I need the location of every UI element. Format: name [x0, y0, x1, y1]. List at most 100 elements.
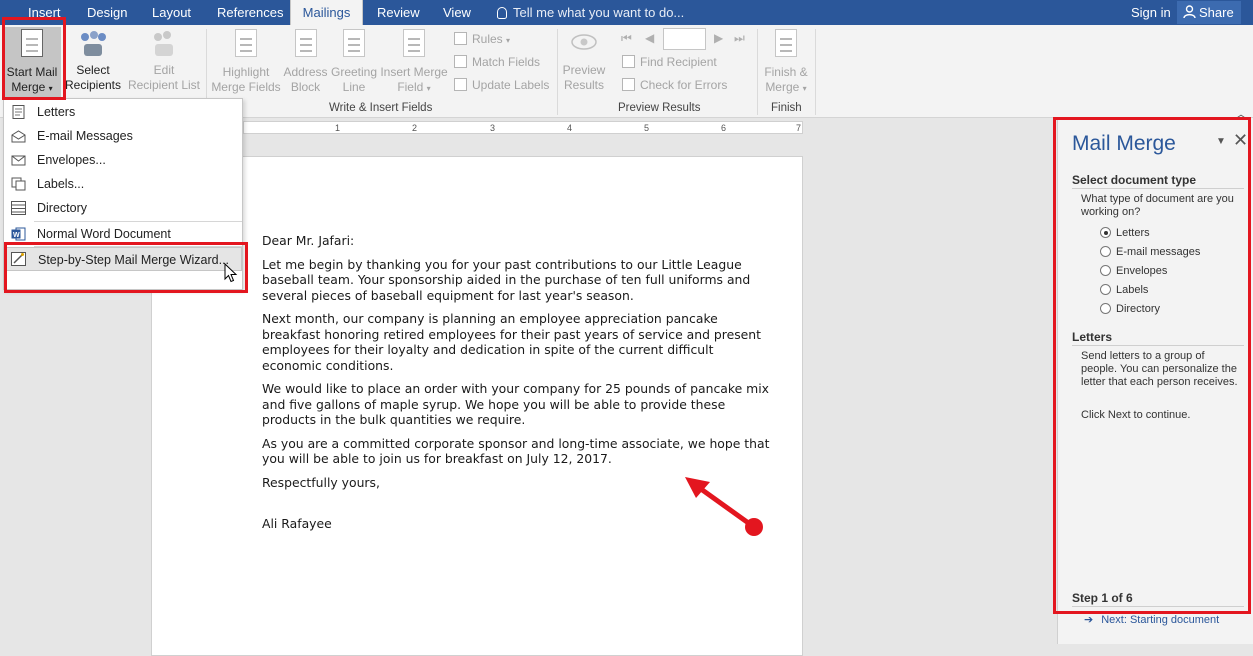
record-number-input[interactable] [663, 28, 706, 50]
greeting-label-1: Greeting [330, 65, 378, 79]
address-block-icon [292, 29, 320, 61]
dropdown-caret-icon: ▾ [48, 84, 53, 93]
letters-icon [12, 105, 25, 119]
tell-me-text: Tell me what you want to do... [513, 5, 685, 20]
update-labels-button[interactable]: Update Labels [454, 76, 549, 94]
menu-item-labels[interactable]: Labels... [4, 172, 242, 196]
match-fields-button[interactable]: Match Fields [454, 53, 540, 71]
insert-field-label-2: Field [397, 80, 424, 94]
update-labels-icon [454, 78, 467, 91]
radio-label: E-mail messages [1116, 246, 1201, 258]
menu-item-label: Labels... [37, 177, 85, 191]
previous-record-icon[interactable]: ◀ [645, 31, 654, 45]
next-record-icon[interactable]: ▶ [714, 31, 723, 45]
wizard-icon [11, 252, 26, 266]
next-starting-document-link[interactable]: ➔ Next: Starting document [1084, 613, 1219, 626]
menu-item-envelopes[interactable]: Envelopes... [4, 148, 242, 172]
highlight-label-1: Highlight [222, 65, 270, 79]
word-icon: W [11, 227, 26, 241]
radio-letters[interactable]: Letters [1100, 226, 1150, 240]
ruler-mark: 6 [721, 123, 727, 133]
greeting-line-button[interactable]: Greeting Line [329, 27, 379, 95]
ruler-mark: 3 [490, 123, 496, 133]
insert-merge-field-button[interactable]: Insert Merge Field ▾ [380, 27, 448, 96]
tab-insert[interactable]: Insert [28, 0, 61, 25]
edit-recipient-list-button[interactable]: Edit Recipient List [126, 27, 202, 93]
tab-mailings[interactable]: Mailings [290, 0, 363, 25]
start-mail-merge-button[interactable]: Start Mail Merge ▾ [3, 27, 61, 99]
rules-button[interactable]: Rules ▾ [454, 30, 510, 48]
radio-label: Labels [1116, 284, 1149, 296]
match-fields-label: Match Fields [472, 55, 541, 69]
tab-layout[interactable]: Layout [152, 0, 191, 25]
radio-labels[interactable]: Labels [1100, 283, 1148, 297]
menu-item-step-by-step-wizard[interactable]: Step-by-Step Mail Merge Wizard... [4, 247, 242, 271]
select-recipients-label-2: Recipients [64, 78, 122, 92]
check-errors-icon [622, 78, 635, 91]
mail-merge-icon [18, 29, 46, 61]
lightbulb-icon [497, 7, 507, 19]
arrow-right-icon: ➔ [1084, 614, 1094, 626]
preview-label-1: Preview [562, 63, 606, 77]
tab-view[interactable]: View [443, 0, 471, 25]
highlight-label-2: Merge Fields [211, 80, 281, 94]
directory-icon [11, 201, 26, 215]
instruction-text: Click Next to continue. [1081, 409, 1191, 421]
radio-icon [1100, 284, 1111, 295]
horizontal-ruler[interactable]: 1 2 3 4 5 6 7 [243, 121, 803, 134]
find-recipient-icon [622, 55, 635, 68]
find-recipient-button[interactable]: Find Recipient [622, 53, 717, 71]
menu-item-directory[interactable]: Directory [4, 196, 242, 220]
email-icon [11, 130, 26, 143]
group-label-finish: Finish [771, 102, 802, 114]
group-label-preview: Preview Results [618, 102, 701, 114]
section-divider [1072, 606, 1244, 607]
first-record-icon[interactable]: ⏮ [621, 31, 632, 46]
svg-text:W: W [13, 232, 20, 239]
select-recipients-button[interactable]: Select Recipients ▾ [62, 27, 124, 109]
ruler-mark: 4 [567, 123, 573, 133]
next-link-label: Next: Starting document [1101, 614, 1220, 626]
letter-paragraph: As you are a committed corporate sponsor… [262, 435, 770, 467]
rules-label: Rules [472, 32, 503, 46]
radio-directory[interactable]: Directory [1100, 302, 1160, 316]
mail-merge-task-pane: Mail Merge ▼ ✕ Select document type What… [1057, 118, 1253, 644]
menu-item-label: Directory [37, 201, 88, 215]
preview-results-button[interactable]: Preview Results [561, 27, 607, 93]
radio-label: Directory [1116, 303, 1161, 315]
share-button[interactable]: Share [1177, 1, 1241, 24]
ruler-mark: 1 [335, 123, 341, 133]
sign-in-link[interactable]: Sign in [1131, 0, 1171, 25]
start-mail-merge-label-1: Start Mail [6, 65, 58, 79]
menu-item-normal-word-document[interactable]: W Normal Word Document [4, 222, 242, 246]
menu-item-label: Envelopes... [37, 153, 106, 167]
tell-me-box[interactable]: Tell me what you want to do... [497, 0, 684, 25]
highlight-merge-fields-button[interactable]: Highlight Merge Fields [210, 27, 282, 95]
menu-item-letters[interactable]: Letters [4, 100, 242, 124]
insert-field-icon [400, 29, 428, 61]
finish-merge-button[interactable]: Finish & Merge ▾ [761, 27, 811, 96]
highlight-fields-icon [232, 29, 260, 61]
pane-options-icon[interactable]: ▼ [1216, 136, 1226, 147]
close-icon[interactable]: ✕ [1233, 130, 1248, 151]
finish-label-2: Merge [765, 80, 800, 94]
dropdown-caret-icon: ▾ [802, 84, 807, 93]
section-heading: Select document type [1072, 173, 1197, 187]
address-block-button[interactable]: Address Block [283, 27, 328, 95]
radio-email-messages[interactable]: E-mail messages [1100, 245, 1200, 259]
check-for-errors-button[interactable]: Check for Errors [622, 76, 727, 94]
address-label-1: Address [283, 65, 328, 79]
dropdown-caret-icon: ▾ [506, 36, 511, 45]
menu-item-email-messages[interactable]: E-mail Messages [4, 124, 242, 148]
find-recipient-label: Find Recipient [640, 55, 717, 69]
radio-label: Letters [1116, 227, 1150, 239]
last-record-icon[interactable]: ⏭ [734, 31, 745, 46]
tab-design[interactable]: Design [87, 0, 127, 25]
tab-references[interactable]: References [217, 0, 283, 25]
finish-label-1: Finish & [764, 65, 808, 79]
radio-envelopes[interactable]: Envelopes [1100, 264, 1167, 278]
rules-icon [454, 32, 467, 45]
tab-review[interactable]: Review [377, 0, 420, 25]
insert-field-label-1: Insert Merge [380, 65, 448, 79]
document-page[interactable]: Dear Mr. Jafari: Let me begin by thankin… [151, 156, 803, 656]
